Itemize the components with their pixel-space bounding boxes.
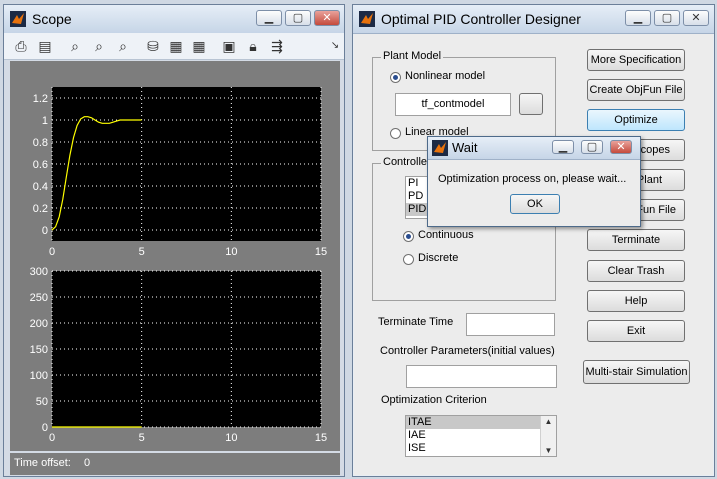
pid-title: Optimal PID Controller Designer [381,11,581,27]
minimize-button[interactable]: ▁ [552,140,574,154]
continuous-label: Continuous [418,229,474,241]
pid-designer-window: Optimal PID Controller Designer ▁ ▢ ✕ Pl… [352,4,715,477]
print-icon[interactable]: ⎙ [12,38,30,54]
time-offset-label: Time offset: [14,457,71,469]
clear-trash-button[interactable]: Clear Trash [587,260,685,282]
scope-title: Scope [32,11,72,27]
terminate-time-field[interactable] [466,313,555,336]
help-button[interactable]: Help [587,290,685,312]
zoom-icon[interactable]: ⌕ [66,38,84,54]
maximize-button[interactable]: ▢ [285,10,311,26]
maximize-button[interactable]: ▢ [654,10,680,26]
y-tick-label: 0.8 [33,137,48,149]
scope-status-bar: Time offset: 0 [10,453,340,475]
controller-params-label: Controller Parameters(initial values) [380,345,555,357]
criterion-label: Optimization Criterion [381,394,487,406]
y-tick-label: 1.2 [33,93,48,105]
plant-name-field[interactable]: tf_contmodel [395,93,511,116]
restore-axes-icon[interactable]: ▦ [190,38,208,54]
matlab-logo-icon [359,11,375,27]
discrete-label: Discrete [418,252,459,264]
matlab-logo-icon [10,11,26,27]
zoom-y-icon[interactable]: ⌕ [114,38,132,54]
wait-message: Optimization process on, please wait... [438,173,627,185]
close-button[interactable]: ✕ [610,140,632,154]
terminate-button[interactable]: Terminate [587,229,685,251]
more-specification-button[interactable]: More Specification [587,49,685,71]
list-item[interactable]: IAE [406,429,556,442]
continuous-radio[interactable] [403,231,414,242]
scroll-down-icon[interactable]: ▼ [541,446,556,455]
y-tick-label: 0.2 [33,203,48,215]
controller-params-field[interactable] [406,365,557,388]
wait-titlebar[interactable]: Wait ▁ ▢ ✕ [428,137,640,160]
scope-plot-area: 0 5 10 15 0 0.2 0.4 0.6 0.8 1 1.2 0 5 10 15 0 50 100 150 20… [10,61,340,451]
nonlinear-radio[interactable] [390,72,401,83]
y-tick-label: 0.6 [33,159,48,171]
zoom-x-icon[interactable]: ⌕ [90,38,108,54]
maximize-button[interactable]: ▢ [581,140,603,154]
time-offset-value: 0 [84,457,91,469]
x-tick-label: 15 [315,432,327,444]
browse-plant-button[interactable] [519,93,543,115]
controller-legend: Controller [381,156,433,168]
criterion-list[interactable]: ITAE IAE ISE ▲ ▼ [405,415,557,457]
x-tick-label: 10 [225,432,237,444]
scope-window: Scope ▁ ▢ ✕ ⎙ ▤ ⌕ ⌕ ⌕ ⛁ ▦ ▦ ▣ 🔒︎ ⇶ ↘ 0 5 1… [3,4,345,477]
matlab-logo-icon [432,140,448,156]
scope-titlebar[interactable]: Scope ▁ ▢ ✕ [4,5,344,34]
wait-dialog: Wait ▁ ▢ ✕ Optimization process on, plea… [427,136,641,227]
x-tick-label: 15 [315,246,327,258]
signal-selector-icon[interactable]: ⇶ [268,38,286,54]
x-tick-label: 5 [139,246,145,258]
scope-plots: 0 5 10 1500.20.40.60.811.20 5 10 1505010015020… [30,87,327,444]
y-tick-label: 200 [30,318,48,330]
wait-title: Wait [452,140,478,155]
floating-scope-icon[interactable]: ▣ [220,38,238,54]
x-tick-label: 0 [49,432,55,444]
autoscale-icon[interactable]: ⛁ [144,38,162,54]
discrete-radio[interactable] [403,254,414,265]
list-item[interactable]: ITAE [406,416,556,429]
pid-titlebar[interactable]: Optimal PID Controller Designer ▁ ▢ ✕ [353,5,714,34]
y-tick-label: 100 [30,370,48,382]
y-tick-label: 0.4 [33,181,48,193]
plant-model-legend: Plant Model [381,50,444,62]
minimize-button[interactable]: ▁ [256,10,282,26]
close-button[interactable]: ✕ [314,10,340,26]
linear-radio[interactable] [390,128,401,139]
save-axes-icon[interactable]: ▦ [167,38,185,54]
multistair-simulation-button[interactable]: Multi-stair Simulation [583,360,690,384]
y-tick-label: 300 [30,266,48,278]
y-tick-label: 0 [42,422,48,434]
list-item[interactable]: ISE [406,442,556,455]
y-tick-label: 250 [30,292,48,304]
dropdown-arrow-icon[interactable]: ↘ [326,38,344,54]
y-tick-label: 150 [30,344,48,356]
x-tick-label: 10 [225,246,237,258]
y-tick-label: 0 [42,225,48,237]
create-objfun-button[interactable]: Create ObjFun File [587,79,685,101]
exit-button[interactable]: Exit [587,320,685,342]
scope-toolbar: ⎙ ▤ ⌕ ⌕ ⌕ ⛁ ▦ ▦ ▣ 🔒︎ ⇶ ↘ [4,33,344,60]
ok-button[interactable]: OK [510,194,560,214]
scroll-up-icon[interactable]: ▲ [541,417,556,426]
y-tick-label: 1 [42,115,48,127]
terminate-time-label: Terminate Time [378,316,454,328]
criterion-scrollbar[interactable]: ▲ ▼ [540,416,556,456]
parameters-icon[interactable]: ▤ [36,38,54,54]
minimize-button[interactable]: ▁ [625,10,651,26]
pid-body: Plant Model Nonlinear model tf_contmodel… [354,34,713,475]
nonlinear-label: Nonlinear model [405,70,486,82]
x-tick-label: 5 [139,432,145,444]
lock-axes-icon[interactable]: 🔒︎ [244,38,262,54]
x-tick-label: 0 [49,246,55,258]
close-button[interactable]: ✕ [683,10,709,26]
y-tick-label: 50 [36,396,48,408]
optimize-button[interactable]: Optimize [587,109,685,131]
